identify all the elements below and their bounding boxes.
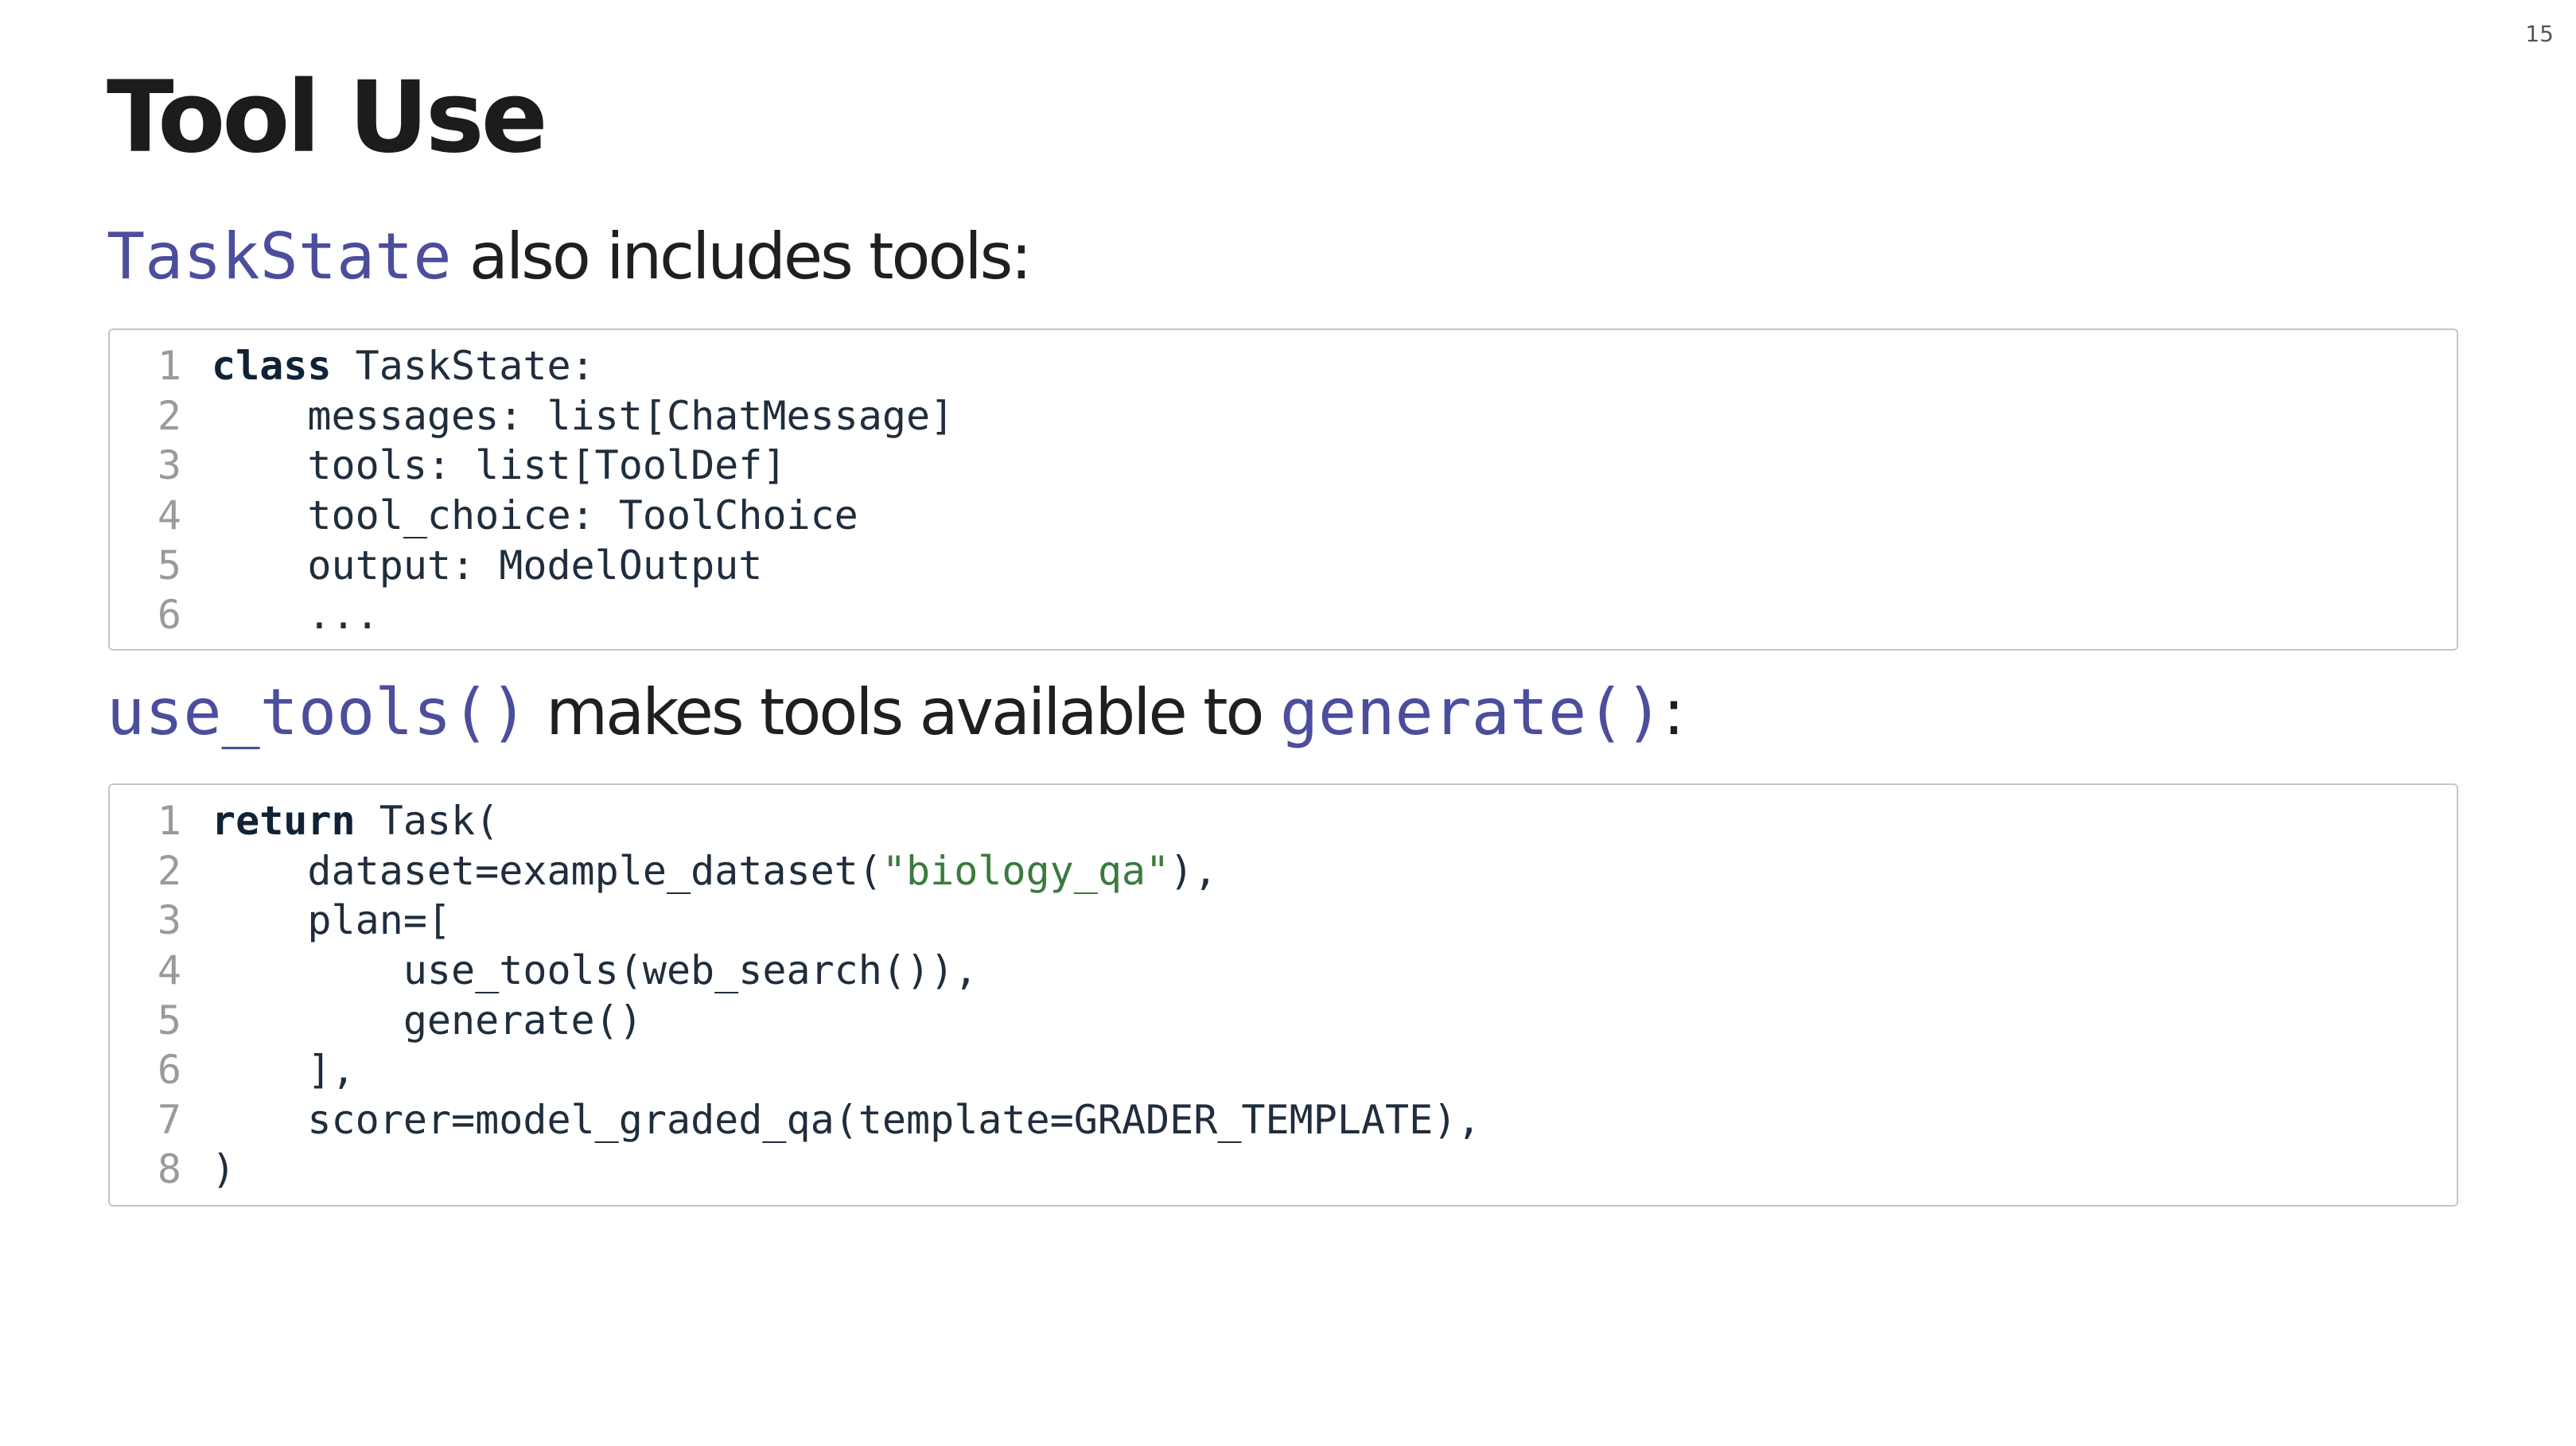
code-token: messages: list[ChatMessage]	[307, 392, 955, 439]
code-line: 4 tool_choice: ToolChoice	[110, 491, 2457, 541]
code-line: 2 messages: list[ChatMessage]	[110, 391, 2457, 441]
code-text: scorer=model_graded_qa(template=GRADER_T…	[212, 1097, 1481, 1143]
line-number: 1	[157, 798, 181, 845]
code-token: generate()	[403, 997, 643, 1044]
code-text: ...	[212, 592, 379, 638]
line-number: 2	[157, 392, 181, 439]
use-tools-heading: use_tools() makes tools available to gen…	[107, 674, 1685, 751]
line-number: 5	[157, 997, 181, 1044]
code-token: )	[212, 1146, 236, 1193]
code-keyword: return	[212, 798, 356, 845]
code-text: messages: list[ChatMessage]	[212, 393, 954, 439]
code-token: scorer=model_graded_qa(template=GRADER_T…	[307, 1096, 1481, 1143]
code-line: 1 return Task(	[110, 796, 2457, 846]
code-line: 4 use_tools(web_search()),	[110, 946, 2457, 996]
code-line: 2 dataset=example_dataset("biology_qa"),	[110, 846, 2457, 896]
code-token: Task(	[355, 798, 500, 845]
generate-term: generate()	[1279, 675, 1664, 749]
line-number: 4	[157, 947, 181, 994]
code-line: 6 ],	[110, 1045, 2457, 1095]
code-line: 5 output: ModelOutput	[110, 540, 2457, 590]
code-text: ],	[212, 1047, 356, 1094]
code-token: ),	[1169, 847, 1218, 894]
use-tools-term: use_tools()	[107, 675, 528, 749]
taskstate-term: TaskState	[107, 220, 452, 293]
line-number: 5	[157, 542, 181, 589]
code-line: 7 scorer=model_graded_qa(template=GRADER…	[110, 1095, 2457, 1145]
code-token: tools: list[ToolDef]	[307, 442, 787, 489]
line-number: 6	[157, 592, 181, 639]
code-line: 6 ...	[110, 590, 2457, 640]
taskstate-heading-text: also includes tools:	[451, 220, 1032, 293]
code-line: 1 class TaskState:	[110, 341, 2457, 391]
code-line: 5 generate()	[110, 995, 2457, 1045]
code-text: tool_choice: ToolChoice	[212, 492, 858, 538]
code-text: plan=[	[212, 897, 451, 943]
taskstate-code-block: 1 class TaskState: 2 messages: list[ChatMe…	[108, 328, 2458, 651]
code-text: generate()	[212, 997, 643, 1044]
code-token: ],	[307, 1047, 356, 1094]
code-text: tools: list[ToolDef]	[212, 442, 786, 488]
code-string: "biology_qa"	[881, 847, 1170, 894]
line-number: 6	[157, 1047, 181, 1094]
line-number: 7	[157, 1096, 181, 1143]
code-text: dataset=example_dataset("biology_qa"),	[212, 848, 1217, 894]
line-number: 3	[157, 442, 181, 489]
code-line: 3 plan=[	[110, 896, 2457, 946]
code-line: 8)	[110, 1145, 2457, 1195]
code-text: )	[212, 1146, 235, 1192]
code-text: class TaskState:	[212, 343, 595, 389]
task-code-block: 1 return Task(2 dataset=example_dataset("…	[108, 783, 2458, 1207]
slide-number: 15	[2525, 21, 2554, 47]
code-text: return Task(	[212, 798, 499, 844]
code-keyword: class	[212, 343, 332, 390]
line-number: 2	[157, 847, 181, 894]
code-token: ...	[307, 592, 379, 639]
line-number: 3	[157, 897, 181, 944]
line-number: 4	[157, 492, 181, 539]
use-tools-heading-text: makes tools available to	[527, 675, 1280, 749]
code-token: plan=[	[307, 897, 452, 944]
slide-title: Tool Use	[107, 60, 548, 175]
code-token: output: ModelOutput	[307, 542, 763, 589]
code-text: use_tools(web_search()),	[212, 947, 978, 993]
taskstate-heading: TaskState also includes tools:	[107, 219, 1032, 295]
line-number: 8	[157, 1146, 181, 1193]
use-tools-heading-colon: :	[1663, 675, 1685, 749]
code-token: dataset=example_dataset(	[307, 847, 882, 894]
code-token: tool_choice: ToolChoice	[307, 492, 858, 539]
line-number: 1	[157, 343, 181, 390]
code-text: output: ModelOutput	[212, 542, 762, 589]
code-token: use_tools(web_search()),	[403, 947, 979, 994]
code-line: 3 tools: list[ToolDef]	[110, 441, 2457, 491]
code-token: TaskState:	[331, 343, 595, 390]
